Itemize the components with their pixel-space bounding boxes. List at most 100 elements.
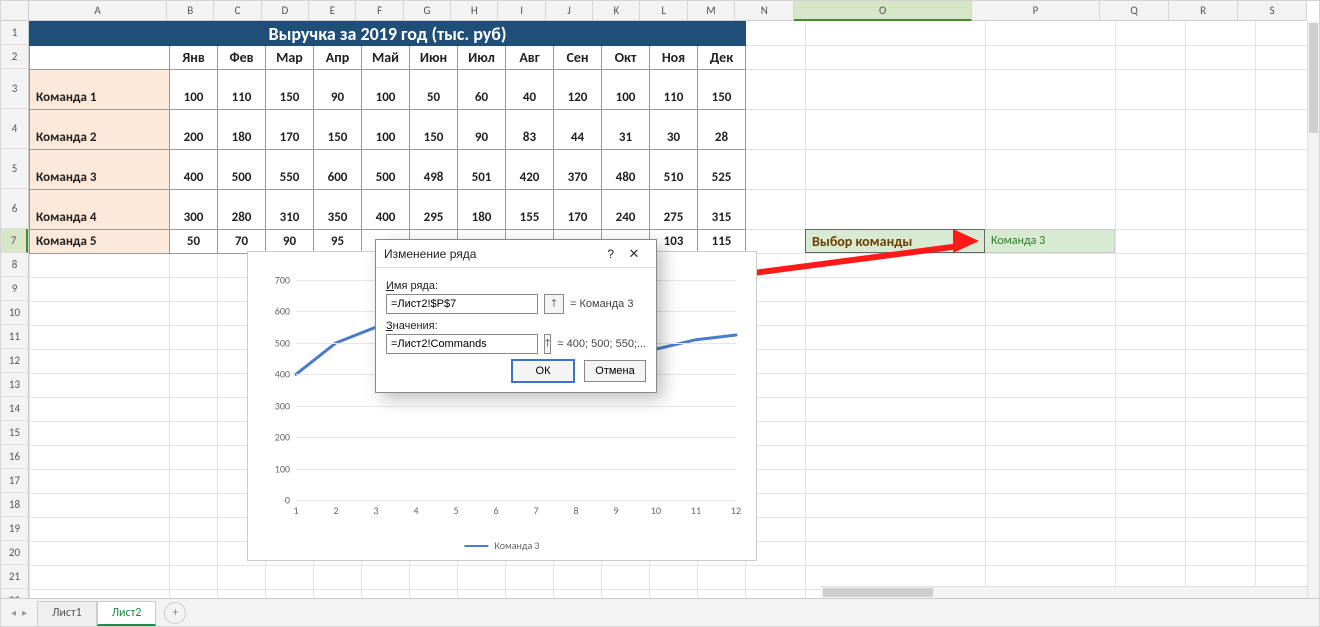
column-header[interactable]: P	[972, 1, 1100, 21]
row-header[interactable]: 16	[1, 445, 28, 469]
data-cell[interactable]: 170	[266, 110, 314, 150]
data-cell[interactable]: 150	[410, 110, 458, 150]
data-cell[interactable]: 275	[650, 190, 698, 230]
data-cell[interactable]: 50	[170, 230, 218, 254]
row-header[interactable]: 21	[1, 565, 28, 589]
data-cell[interactable]: 90	[314, 70, 362, 110]
data-cell[interactable]: 310	[266, 190, 314, 230]
column-header[interactable]: M	[688, 1, 735, 21]
data-cell[interactable]: 120	[554, 70, 602, 110]
data-cell[interactable]: 30	[650, 110, 698, 150]
row-header[interactable]: 11	[1, 325, 28, 349]
column-header[interactable]: E	[309, 1, 356, 21]
data-cell[interactable]: 420	[506, 150, 554, 190]
column-header[interactable]: D	[262, 1, 309, 21]
team-selector-value[interactable]: Команда 3	[985, 229, 1115, 253]
column-header[interactable]: L	[640, 1, 687, 21]
row-header[interactable]: 2	[1, 45, 28, 69]
column-header[interactable]: R	[1169, 1, 1238, 21]
series-name-input[interactable]	[386, 294, 538, 314]
data-cell[interactable]: 100	[170, 70, 218, 110]
range-picker-icon[interactable]: 🡑	[544, 294, 564, 314]
row-header[interactable]: 18	[1, 493, 28, 517]
data-cell[interactable]: 150	[266, 70, 314, 110]
column-header[interactable]: H	[451, 1, 498, 21]
data-cell[interactable]: 150	[698, 70, 746, 110]
dialog-help-icon[interactable]: ?	[607, 240, 614, 268]
column-header[interactable]: A	[29, 1, 167, 21]
series-values-input[interactable]	[386, 334, 538, 354]
data-cell[interactable]: 350	[314, 190, 362, 230]
data-cell[interactable]: 83	[506, 110, 554, 150]
add-sheet-button[interactable]: +	[164, 602, 186, 624]
column-header[interactable]: I	[498, 1, 545, 21]
row-header[interactable]: 13	[1, 373, 28, 397]
data-cell[interactable]: 115	[698, 230, 746, 254]
row-header[interactable]: 9	[1, 277, 28, 301]
column-header[interactable]: F	[356, 1, 403, 21]
row-header[interactable]: 14	[1, 397, 28, 421]
column-header[interactable]: N	[735, 1, 794, 21]
data-cell[interactable]: 40	[506, 70, 554, 110]
data-cell[interactable]: 100	[602, 70, 650, 110]
data-cell[interactable]: 200	[170, 110, 218, 150]
data-cell[interactable]: 240	[602, 190, 650, 230]
data-cell[interactable]: 280	[218, 190, 266, 230]
column-header[interactable]: K	[593, 1, 640, 21]
row-header[interactable]: 17	[1, 469, 28, 493]
data-cell[interactable]: 300	[170, 190, 218, 230]
range-picker-icon[interactable]: 🡑	[544, 334, 551, 354]
data-cell[interactable]: 500	[362, 150, 410, 190]
data-cell[interactable]: 50	[410, 70, 458, 110]
row-header[interactable]: 5	[1, 149, 28, 189]
data-cell[interactable]: 370	[554, 150, 602, 190]
row-header[interactable]: 7	[1, 229, 28, 253]
data-cell[interactable]: 170	[554, 190, 602, 230]
data-cell[interactable]: 90	[266, 230, 314, 254]
column-header[interactable]: C	[214, 1, 261, 21]
close-icon[interactable]: ✕	[620, 243, 648, 265]
horizontal-scrollbar[interactable]	[821, 586, 1307, 598]
scroll-thumb[interactable]	[823, 588, 933, 597]
column-header[interactable]: S	[1238, 1, 1307, 21]
row-header[interactable]: 1	[1, 21, 28, 45]
column-header[interactable]: B	[167, 1, 214, 21]
data-cell[interactable]: 100	[362, 110, 410, 150]
row-header[interactable]: 6	[1, 189, 28, 229]
column-header[interactable]: O	[794, 1, 971, 21]
data-cell[interactable]: 500	[218, 150, 266, 190]
row-header[interactable]: 12	[1, 349, 28, 373]
data-cell[interactable]: 70	[218, 230, 266, 254]
sheet-tab[interactable]: Лист2	[97, 601, 157, 626]
data-cell[interactable]: 480	[602, 150, 650, 190]
data-cell[interactable]: 295	[410, 190, 458, 230]
data-cell[interactable]: 100	[362, 70, 410, 110]
data-cell[interactable]: 315	[698, 190, 746, 230]
select-all-corner[interactable]	[1, 1, 29, 21]
data-cell[interactable]: 400	[170, 150, 218, 190]
data-cell[interactable]: 501	[458, 150, 506, 190]
sheet-tab[interactable]: Лист1	[37, 601, 97, 626]
data-cell[interactable]: 110	[218, 70, 266, 110]
row-header[interactable]: 8	[1, 253, 28, 277]
dialog-titlebar[interactable]: Изменение ряда ? ✕	[376, 240, 656, 268]
data-cell[interactable]: 550	[266, 150, 314, 190]
tab-next-icon[interactable]: ▸	[22, 606, 27, 619]
cancel-button[interactable]: Отмена	[584, 360, 646, 382]
scroll-thumb[interactable]	[1309, 23, 1318, 133]
data-cell[interactable]: 510	[650, 150, 698, 190]
row-header[interactable]: 4	[1, 109, 28, 149]
ok-button[interactable]: ОК	[512, 360, 574, 382]
data-cell[interactable]: 110	[650, 70, 698, 110]
row-header[interactable]: 10	[1, 301, 28, 325]
data-cell[interactable]: 180	[218, 110, 266, 150]
grid-area[interactable]: Выручка за 2019 год (тыс. руб) ЯнвФевМар…	[29, 21, 1307, 598]
row-header[interactable]: 3	[1, 69, 28, 109]
data-cell[interactable]: 498	[410, 150, 458, 190]
data-cell[interactable]: 28	[698, 110, 746, 150]
data-cell[interactable]: 600	[314, 150, 362, 190]
data-cell[interactable]: 95	[314, 230, 362, 254]
data-cell[interactable]: 44	[554, 110, 602, 150]
data-cell[interactable]: 31	[602, 110, 650, 150]
column-header[interactable]: G	[404, 1, 451, 21]
